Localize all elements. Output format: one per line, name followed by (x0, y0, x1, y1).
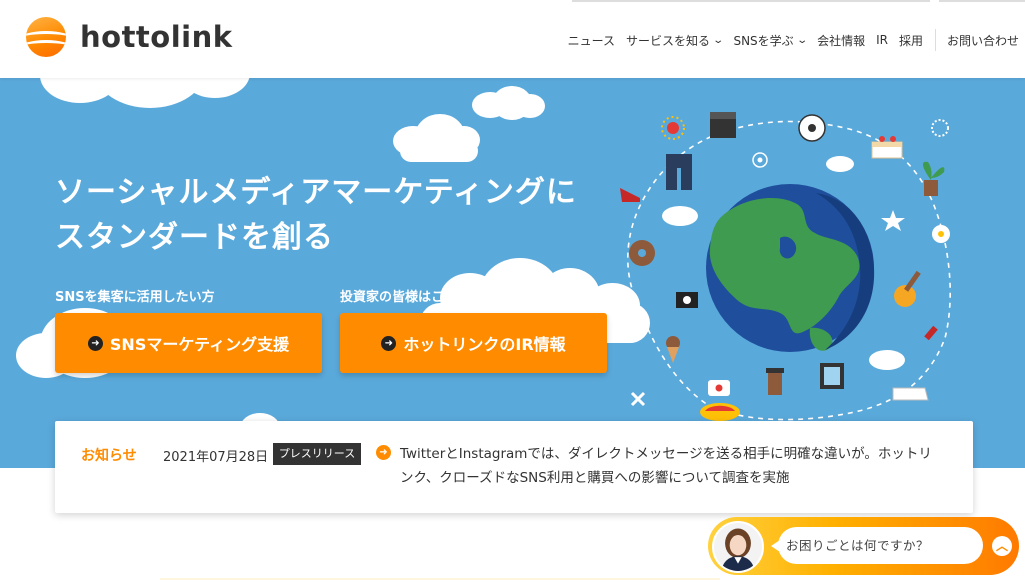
logo-mark-icon (26, 17, 66, 57)
nav-ir[interactable]: IR (876, 33, 888, 47)
target-icon (752, 152, 768, 168)
chat-avatar (712, 521, 764, 573)
sun-icon (661, 116, 685, 140)
arrow-right-circle-icon: ➜ (87, 335, 103, 351)
high-heel-icon (620, 188, 640, 202)
globe-illustration (620, 112, 951, 421)
picture-frame-icon (820, 363, 844, 389)
snowflake-icon (931, 119, 949, 137)
ice-cream-icon (666, 336, 680, 363)
page: hottolink ニュース サービスを知る ⌄ SNSを学ぶ ⌄ 会社情報 IR … (0, 0, 1025, 582)
news-heading: お知らせ (81, 448, 137, 464)
arrow-right-circle-icon: ➜ (376, 445, 391, 460)
star-icon (881, 210, 905, 231)
chevron-down-icon: ⌄ (712, 34, 725, 46)
nav-contact[interactable]: お問い合わせ (947, 32, 1019, 49)
nav-contact-label: お問い合わせ (946, 33, 1019, 48)
arrow-right-circle-icon: ➜ (381, 335, 397, 351)
nav-news-label: ニュース (567, 33, 616, 48)
hero-title-line2: スタンダードを創る (55, 220, 334, 255)
cta-sns-caption: SNSを集客に活用したい方 (55, 290, 215, 305)
jeans-icon (666, 154, 692, 190)
chat-message: お困りごとは何ですか？ (771, 527, 983, 564)
operator-avatar-icon (714, 523, 762, 571)
hero-title-line1: ソーシャルメディアマーケティングに (55, 175, 577, 210)
cutlery-icon (630, 391, 646, 407)
sneaker-icon (892, 387, 929, 401)
news-category-badge: プレスリリース (273, 443, 361, 465)
news-link[interactable]: TwitterとInstagramでは、ダイレクトメッセージを送る相手に明確な違… (400, 442, 945, 490)
nav-sns-learn-label: SNSを学ぶ (733, 33, 794, 48)
site-header: hottolink ニュース サービスを知る ⌄ SNSを学ぶ ⌄ 会社情報 IR … (0, 0, 1025, 78)
chat-heart-icon (708, 380, 730, 396)
nav-services[interactable]: サービスを知る ⌄ (626, 32, 725, 49)
news-date: 2021年07月28日 (163, 450, 269, 465)
chevron-down-icon: ⌄ (795, 34, 808, 46)
cta-ir-caption: 投資家の皆様はこちらから (340, 290, 497, 305)
main-nav: ニュース サービスを知る ⌄ SNSを学ぶ ⌄ 会社情報 IR 採用 お問い合わせ (557, 29, 1019, 51)
nav-services-label: サービスを知る (626, 33, 711, 48)
nav-sns-learn[interactable]: SNSを学ぶ ⌄ (733, 32, 808, 49)
soccer-ball-icon (798, 114, 826, 142)
omelette-icon (700, 403, 740, 421)
nav-news[interactable]: ニュース (568, 32, 615, 49)
logo-text: hottolink (80, 20, 233, 54)
ir-info-button[interactable]: ➜ ホットリンクのIR情報 (340, 313, 607, 373)
donut-icon (629, 240, 655, 266)
sns-marketing-button[interactable]: ➜ SNSマーケティング支援 (55, 313, 322, 373)
coffee-cup-icon (766, 368, 784, 395)
clapperboard-icon (710, 112, 736, 138)
nav-divider (934, 29, 936, 51)
header-top-line (572, 0, 930, 2)
nav-company[interactable]: 会社情報 (817, 32, 865, 49)
site-logo[interactable]: hottolink (26, 17, 233, 57)
chevron-up-icon[interactable]: ︿ (992, 536, 1012, 556)
camera-icon (676, 292, 698, 308)
news-card: お知らせ 2021年07月28日 プレスリリース ➜ TwitterとInsta… (55, 421, 973, 513)
nav-recruit-label: 採用 (898, 33, 923, 48)
nav-company-label: 会社情報 (817, 33, 866, 48)
lipstick-icon (924, 325, 938, 341)
flower-icon (932, 225, 950, 243)
nav-ir-label: IR (876, 33, 888, 47)
hero-section: ソーシャルメディアマーケティングに スタンダードを創る SNSを集客に活用したい… (0, 78, 1025, 468)
guitar-icon (894, 270, 921, 307)
hero-title: ソーシャルメディアマーケティングに スタンダードを創る (55, 170, 577, 260)
ir-info-button-label: ホットリンクのIR情報 (403, 335, 566, 354)
plant-icon (922, 161, 945, 196)
header-top-line (939, 0, 1025, 2)
chat-widget[interactable]: お困りごとは何ですか？ ︿ (708, 517, 1019, 575)
nav-recruit[interactable]: 採用 (899, 32, 923, 49)
section-divider (160, 578, 720, 580)
sns-marketing-button-label: SNSマーケティング支援 (109, 335, 290, 354)
